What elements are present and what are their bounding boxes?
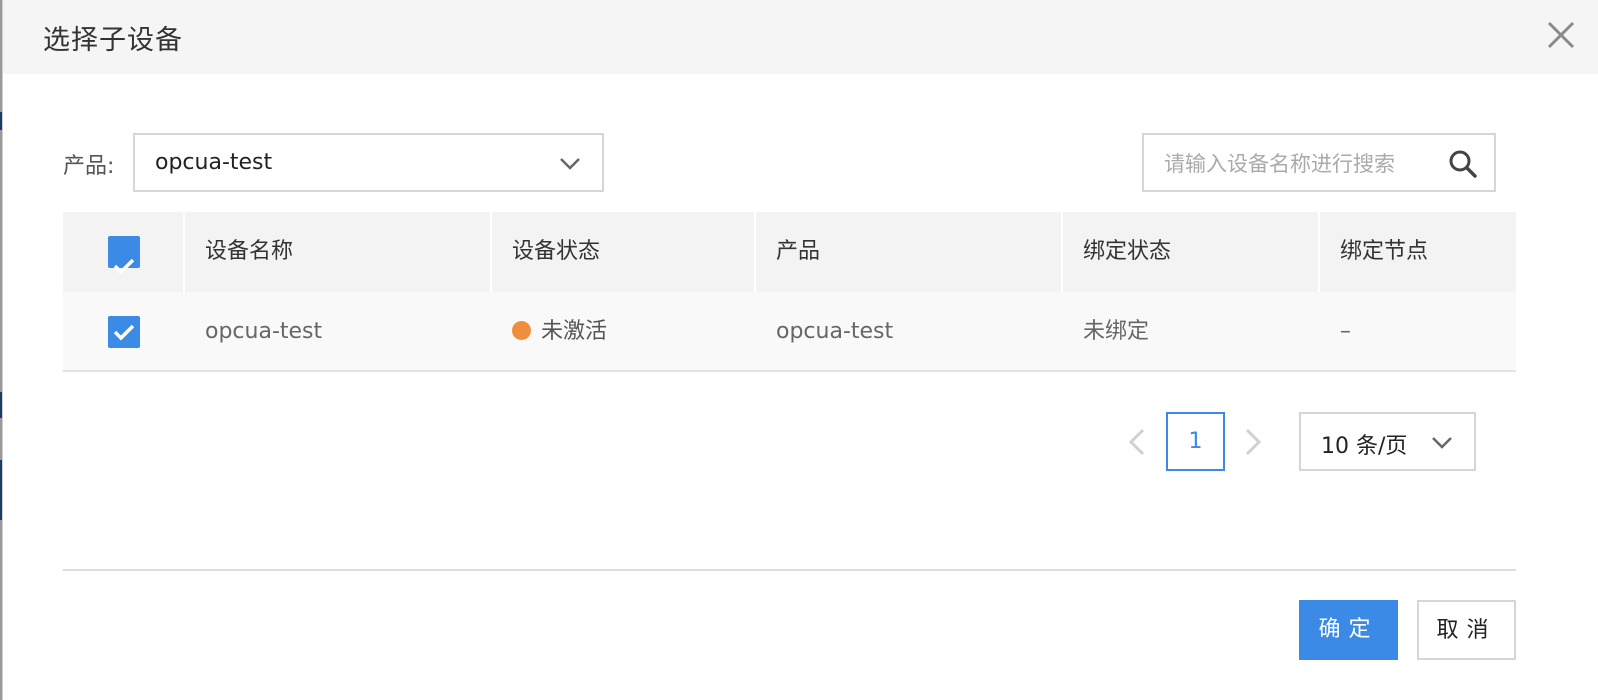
device-table: 设备名称 设备状态 产品 绑定状态 绑定节点 opcua-test 未激活 op… xyxy=(63,212,1516,372)
header-select-cell xyxy=(63,212,183,292)
search-icon[interactable] xyxy=(1448,149,1478,179)
confirm-button[interactable]: 确定 xyxy=(1299,600,1398,660)
table-row[interactable]: opcua-test 未激活 opcua-test 未绑定 – xyxy=(63,292,1516,372)
page-size-value: 10 条/页 xyxy=(1321,434,1408,459)
close-button[interactable] xyxy=(1544,18,1578,52)
page-number-button[interactable]: 1 xyxy=(1166,412,1225,471)
chevron-left-icon[interactable] xyxy=(1125,426,1149,458)
cancel-button[interactable]: 取消 xyxy=(1417,600,1516,660)
column-header: 设备名称 xyxy=(185,212,490,292)
check-icon xyxy=(113,258,135,275)
column-header: 绑定状态 xyxy=(1063,212,1318,292)
device-search-input[interactable] xyxy=(1164,147,1434,181)
product-select-value: opcua-test xyxy=(155,150,273,175)
device-name-cell: opcua-test xyxy=(205,319,323,344)
chevron-down-icon xyxy=(1432,437,1452,449)
product-select[interactable]: opcua-test xyxy=(133,133,604,192)
footer-divider xyxy=(63,569,1516,571)
row-checkbox[interactable] xyxy=(108,316,140,348)
column-header: 设备状态 xyxy=(492,212,754,292)
dialog-title: 选择子设备 xyxy=(43,25,183,56)
select-all-checkbox[interactable] xyxy=(108,236,140,275)
chevron-down-icon xyxy=(560,158,580,170)
column-header: 绑定节点 xyxy=(1320,212,1516,292)
table-header: 设备名称 设备状态 产品 绑定状态 绑定节点 xyxy=(63,212,1516,292)
status-dot-icon xyxy=(512,320,531,340)
close-icon xyxy=(1547,21,1575,49)
device-status-text: 未激活 xyxy=(541,319,608,344)
device-status-cell: 未激活 xyxy=(512,292,607,372)
chevron-right-icon[interactable] xyxy=(1241,426,1265,458)
column-header: 产品 xyxy=(756,212,1061,292)
dialog-header: 选择子设备 xyxy=(3,0,1598,74)
select-subdevice-dialog: 选择子设备 产品: opcua-test 请输入设备名称进行搜索 设备名称 设备… xyxy=(2,0,1598,700)
page-size-select[interactable]: 10 条/页 xyxy=(1299,412,1476,471)
bind-status-cell: 未绑定 xyxy=(1083,319,1150,344)
pagination: 1 10 条/页 xyxy=(3,412,1598,472)
device-search xyxy=(1142,133,1496,192)
check-icon xyxy=(113,324,135,341)
product-cell: opcua-test xyxy=(776,319,894,344)
bind-node-cell: – xyxy=(1340,319,1351,344)
product-filter-label: 产品: xyxy=(63,154,115,179)
